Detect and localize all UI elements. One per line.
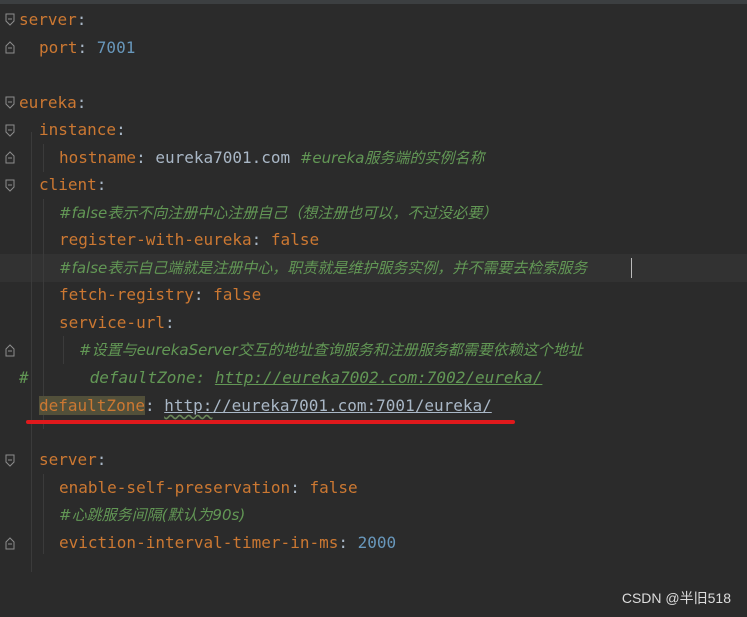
yaml-key: service-url [59,313,165,332]
code-line-comment[interactable]: #false表示不向注册中心注册自己（想注册也可以，不过没必要） [59,199,497,227]
yaml-key: server [19,10,77,29]
yaml-key: port [39,38,78,57]
indent-guide [43,474,44,554]
fold-open-icon[interactable] [5,179,15,192]
yaml-key: eviction-interval-timer-in-ms [59,533,339,552]
yaml-colon: : [77,38,97,57]
editor-top-border [0,0,747,4]
yaml-colon: : [338,533,358,552]
code-line-hostname[interactable]: hostname: eureka7001.com #eureka服务端的实例名称 [59,144,484,172]
watermark: CSDN @半旧518 [621,590,731,606]
indent-guide [31,132,32,572]
fold-open-icon[interactable] [5,13,15,26]
yaml-number-value: 7001 [96,38,136,57]
yaml-colon: : [290,478,310,497]
code-line-comment[interactable]: #心跳服务间隔(默认为90s) [59,501,245,529]
yaml-string-value: eureka7001.com [155,148,291,167]
text-caret [631,258,632,278]
fold-open-icon[interactable] [5,124,15,137]
yaml-key: enable-self-preservation [59,478,291,497]
code-line-server[interactable]: server: [19,6,86,34]
code-line-port[interactable]: port: 7001 [39,34,135,62]
yaml-colon: : [116,120,126,139]
code-line-enable-self-preservation[interactable]: enable-self-preservation: false [59,474,358,502]
comment-hash: # [19,368,29,387]
yaml-colon: : [96,450,107,469]
code-line-client[interactable]: client: [39,171,106,199]
yaml-colon: : [136,148,156,167]
code-line-instance[interactable]: instance: [39,116,126,144]
yaml-comment: #false表示不向注册中心注册自己（想注册也可以，不过没必要） [59,204,498,222]
code-line-default-zone[interactable]: defaultZone: http://eureka7001.com:7001/… [39,392,492,420]
yaml-boolean-value: false [270,230,320,249]
yaml-colon: : [164,313,175,332]
fold-close-icon[interactable] [5,344,15,357]
fold-close-icon[interactable] [5,537,15,550]
yaml-comment: #false表示自己端就是注册中心，职责就是维护服务实例，并不需要去检索服务 [59,259,588,277]
fold-close-icon[interactable] [5,41,15,54]
fold-open-icon[interactable] [5,454,15,467]
code-line-eureka[interactable]: eureka: [19,89,86,117]
yaml-comment: #eureka服务端的实例名称 [299,149,485,167]
code-line-service-url[interactable]: service-url: [59,309,175,337]
yaml-key: instance [39,120,117,139]
code-line-server[interactable]: server: [39,446,106,474]
url-link[interactable]: http://eureka7002.com:7002/eureka/ [215,368,543,387]
fold-open-icon[interactable] [5,96,15,109]
yaml-key: server [39,450,97,469]
red-annotation-underline [26,420,515,424]
yaml-boolean-value: false [213,285,262,304]
yaml-comment: #心跳服务间隔(默认为90s) [59,506,246,524]
indent-guide [43,144,44,172]
code-line-fetch-registry[interactable]: fetch-registry: false [59,281,261,309]
yaml-colon: : [76,93,87,112]
yaml-colon: : [144,396,165,415]
fold-close-icon[interactable] [5,151,15,164]
yaml-colon: : [195,368,215,387]
yaml-key: defaultZone [89,368,196,387]
yaml-key: client [39,175,97,194]
code-line-comment[interactable]: #false表示自己端就是注册中心，职责就是维护服务实例，并不需要去检索服务 [59,254,587,282]
code-line-register-with-eureka[interactable]: register-with-eureka: false [59,226,319,254]
url-path: //eureka7001.com:7001/eureka/ [212,396,492,415]
yaml-colon: : [76,10,87,29]
yaml-key: defaultZone [39,396,145,415]
yaml-key: fetch-registry [59,285,194,304]
code-line-comment[interactable]: #设置与eurekaServer交互的地址查询服务和注册服务都需要依赖这个地址 [79,336,583,364]
yaml-key: register-with-eureka [59,230,252,249]
yaml-boolean-value: false [309,478,358,497]
yaml-colon: : [193,285,214,304]
yaml-key: eureka [19,93,77,112]
code-line-eviction-interval[interactable]: eviction-interval-timer-in-ms: 2000 [59,529,396,557]
code-line-commented-default-zone[interactable]: # defaultZone: http://eureka7002.com:7002… [19,364,542,392]
indent-guide [63,336,64,364]
url-scheme: http: [164,396,213,415]
yaml-key: hostname [59,148,137,167]
yaml-number-value: 2000 [357,533,397,552]
yaml-colon: : [251,230,271,249]
yaml-comment: #设置与eurekaServer交互的地址查询服务和注册服务都需要依赖这个地址 [79,341,583,359]
yaml-colon: : [96,175,107,194]
url-link[interactable]: http://eureka7001.com:7001/eureka/ [164,396,492,415]
